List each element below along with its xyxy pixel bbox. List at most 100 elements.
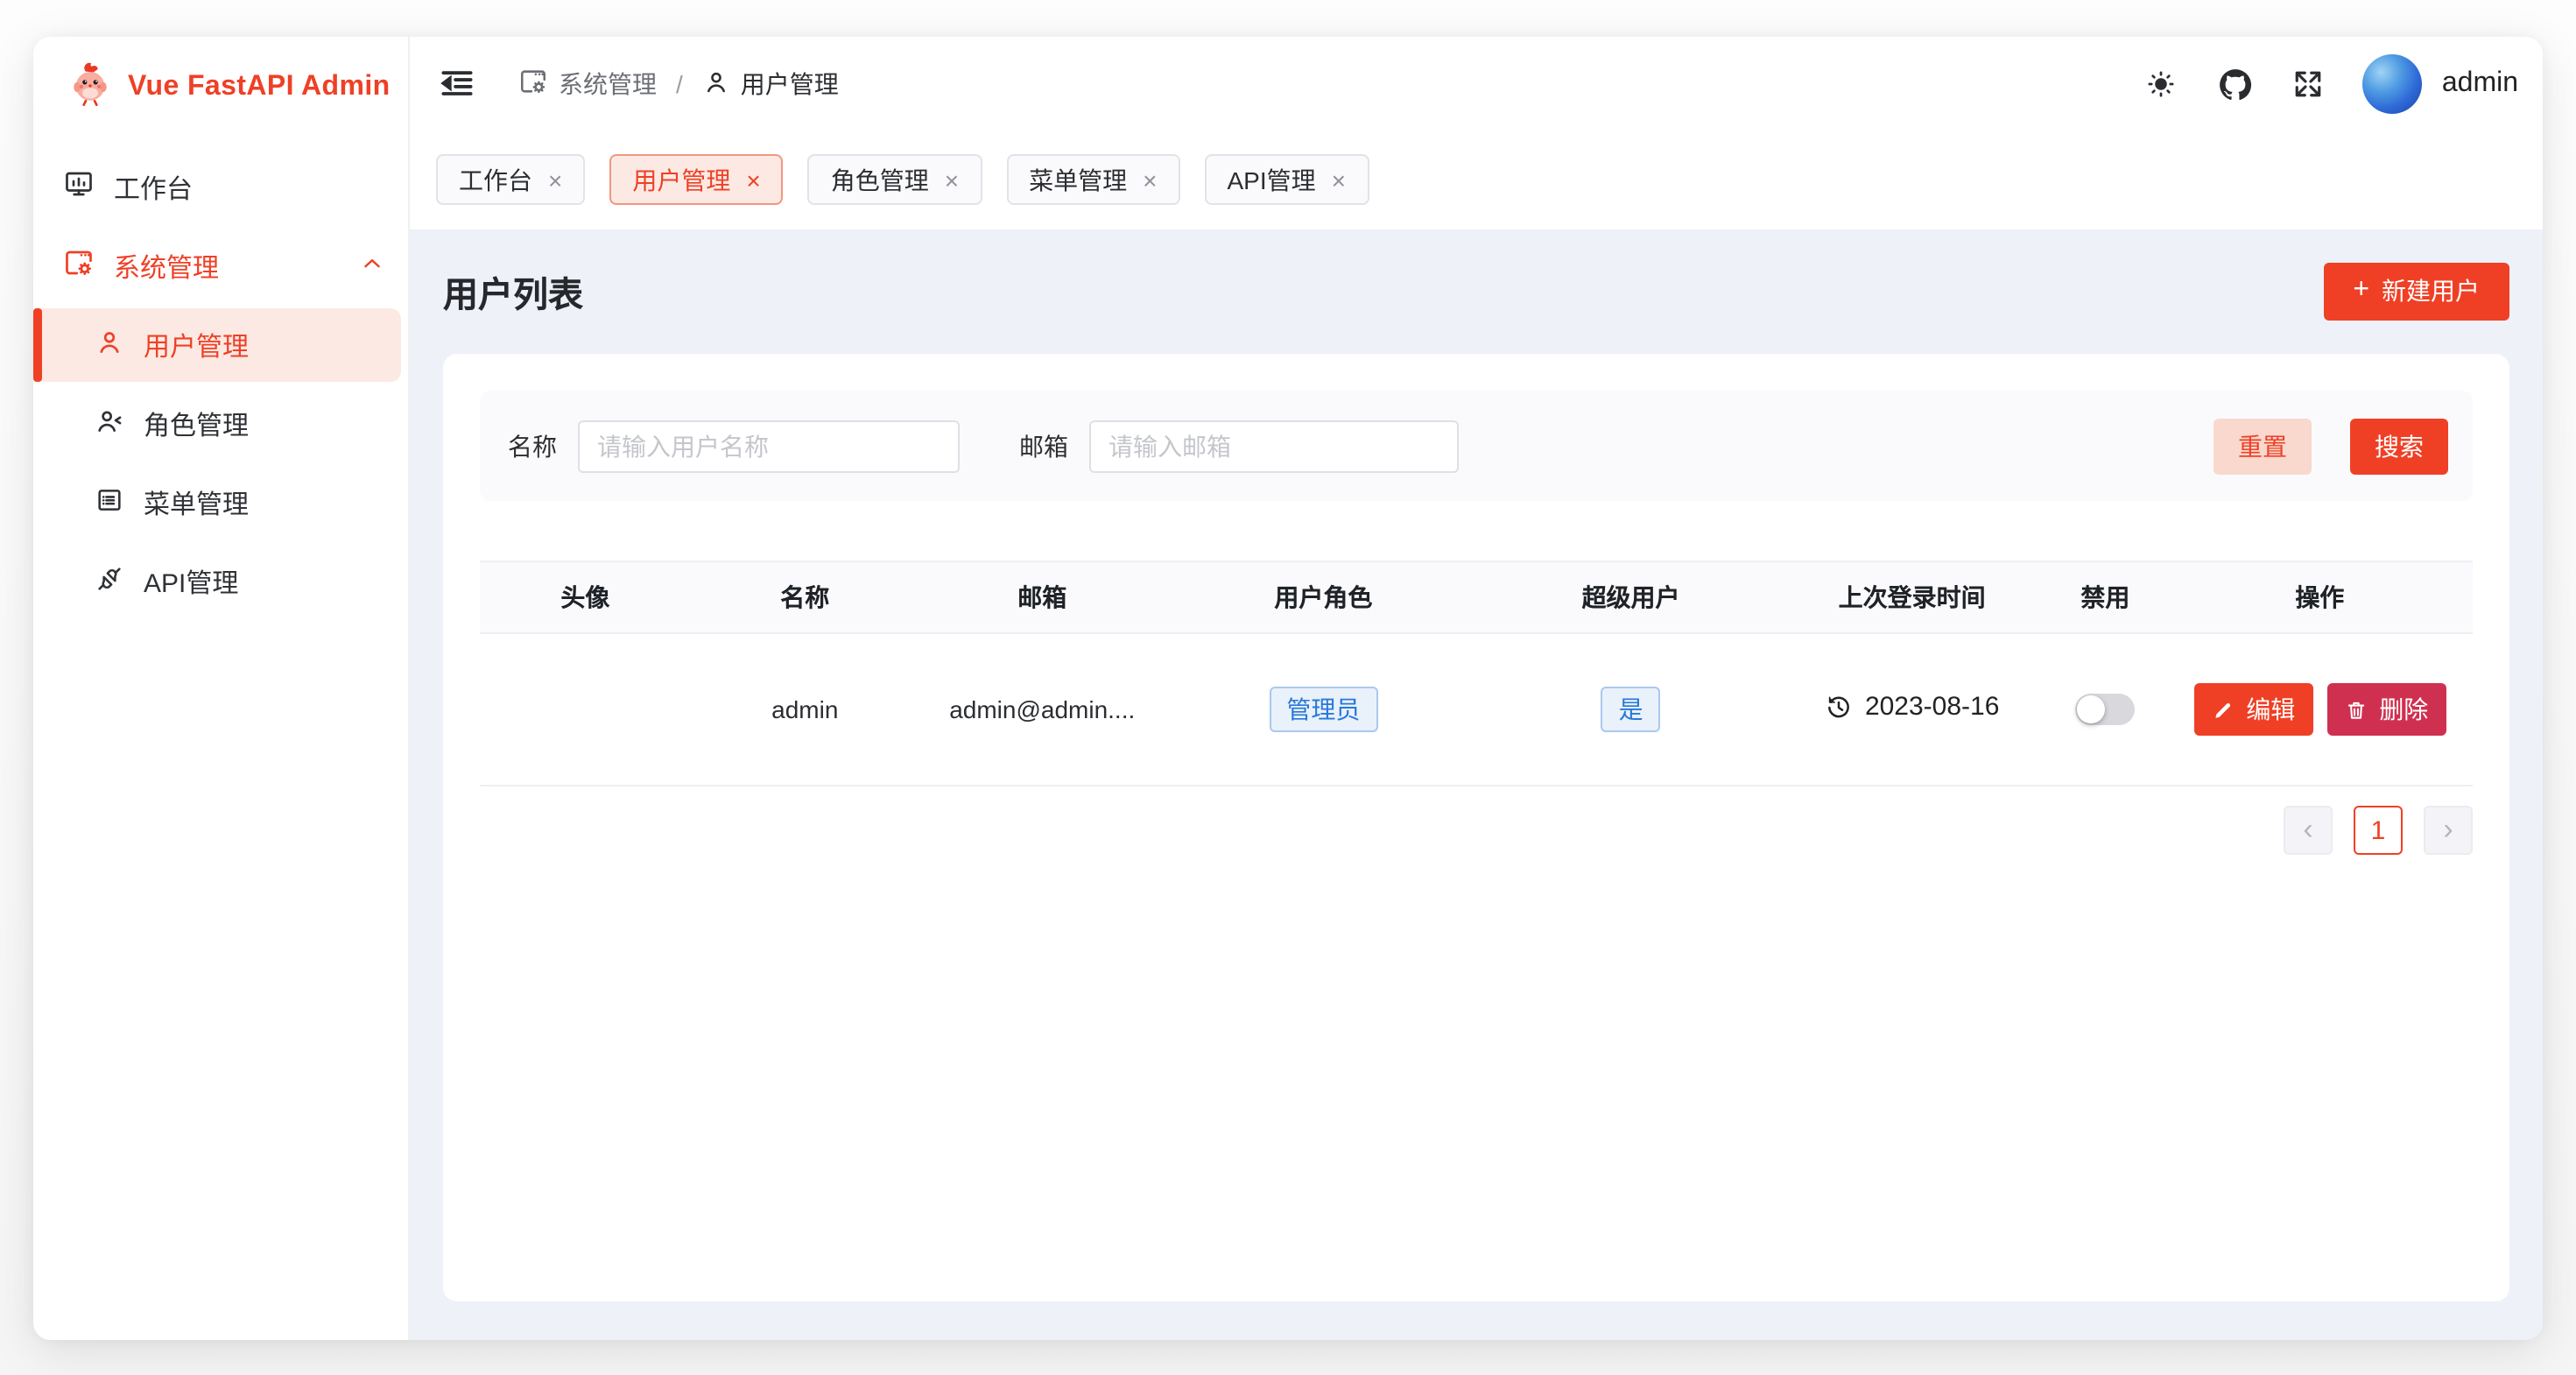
user-arrow-icon bbox=[95, 405, 124, 442]
name-filter-input[interactable] bbox=[578, 420, 960, 472]
username-label[interactable]: admin bbox=[2442, 68, 2518, 100]
sidebar-menu: 工作台 系统管理 bbox=[33, 138, 408, 624]
plug-icon bbox=[95, 563, 124, 600]
sidebar-item-role-management[interactable]: 角色管理 bbox=[33, 387, 408, 461]
tab-user-management[interactable]: 用户管理 × bbox=[609, 154, 783, 205]
breadcrumb-current-label: 用户管理 bbox=[741, 67, 839, 102]
sidebar: Vue FastAPI Admin 工作台 bbox=[33, 37, 410, 1340]
pagination-page-1[interactable]: 1 bbox=[2354, 806, 2403, 855]
pencil-icon bbox=[2211, 698, 2234, 721]
breadcrumb-separator: / bbox=[676, 70, 683, 98]
trash-icon bbox=[2344, 698, 2367, 721]
tab-label: 菜单管理 bbox=[1029, 162, 1127, 197]
col-last-login: 上次登录时间 bbox=[1780, 561, 2044, 633]
app-window: Vue FastAPI Admin 工作台 bbox=[33, 37, 2543, 1340]
clock-history-icon bbox=[1825, 694, 1853, 722]
plus-icon: + bbox=[2353, 275, 2369, 307]
close-icon[interactable]: × bbox=[1143, 167, 1157, 192]
tab-label: API管理 bbox=[1228, 162, 1316, 197]
email-filter-input[interactable] bbox=[1089, 420, 1459, 472]
sidebar-item-label: 角色管理 bbox=[144, 405, 249, 442]
sidebar-item-api-management[interactable]: API管理 bbox=[33, 545, 408, 618]
user-icon bbox=[702, 67, 730, 101]
filter-bar: 名称 邮箱 重置 搜索 bbox=[480, 391, 2473, 501]
content-card: 名称 邮箱 重置 搜索 bbox=[443, 354, 2509, 1301]
sidebar-item-label: 菜单管理 bbox=[144, 484, 249, 521]
monitor-icon bbox=[63, 168, 95, 207]
sidebar-item-system-management[interactable]: 系统管理 bbox=[33, 229, 408, 303]
theme-toggle-sun-icon[interactable] bbox=[2146, 68, 2178, 100]
cell-last-login: 2023-08-16 bbox=[1780, 633, 2044, 786]
breadcrumb-parent-label: 系统管理 bbox=[559, 67, 657, 102]
table-row: admin admin@admin.... 管理员 是 bbox=[480, 633, 2473, 786]
cell-email: admin@admin.... bbox=[919, 633, 1165, 786]
pagination-prev-icon[interactable]: ‹ bbox=[2284, 806, 2333, 855]
table-header-row: 头像 名称 邮箱 用户角色 超级用户 上次登录时间 禁用 操作 bbox=[480, 561, 2473, 633]
viewport: Vue FastAPI Admin 工作台 bbox=[0, 0, 2576, 1375]
sidebar-item-label: 系统管理 bbox=[114, 248, 219, 285]
sidebar-item-workbench[interactable]: 工作台 bbox=[33, 151, 408, 224]
role-badge: 管理员 bbox=[1269, 686, 1377, 733]
tab-workbench[interactable]: 工作台 × bbox=[436, 154, 585, 205]
create-user-button[interactable]: + 新建用户 bbox=[2323, 262, 2509, 320]
tab-label: 角色管理 bbox=[831, 162, 929, 197]
toggle-knob bbox=[2077, 695, 2105, 723]
breadcrumb-current[interactable]: 用户管理 bbox=[702, 67, 839, 102]
close-icon[interactable]: × bbox=[746, 167, 760, 192]
reset-button[interactable]: 重置 bbox=[2214, 418, 2312, 474]
sidebar-item-label: 用户管理 bbox=[144, 327, 249, 363]
col-role: 用户角色 bbox=[1165, 561, 1482, 633]
pagination: ‹ 1 › bbox=[480, 806, 2473, 855]
user-icon bbox=[95, 327, 124, 363]
user-avatar[interactable] bbox=[2363, 54, 2423, 114]
sidebar-item-menu-management[interactable]: 菜单管理 bbox=[33, 466, 408, 539]
tab-label: 工作台 bbox=[459, 162, 532, 197]
users-table: 头像 名称 邮箱 用户角色 超级用户 上次登录时间 禁用 操作 bbox=[480, 561, 2473, 786]
cell-disabled bbox=[2044, 633, 2166, 786]
collapse-sidebar-icon[interactable] bbox=[438, 65, 476, 103]
search-button[interactable]: 搜索 bbox=[2350, 418, 2448, 474]
email-filter-label: 邮箱 bbox=[1019, 428, 1068, 463]
close-icon[interactable]: × bbox=[945, 167, 959, 192]
col-avatar: 头像 bbox=[480, 561, 691, 633]
window-gear-icon bbox=[518, 67, 548, 102]
pagination-next-icon[interactable]: › bbox=[2424, 806, 2473, 855]
tabs-bar: 工作台 × 用户管理 × 角色管理 × 菜单管理 × API管理 × bbox=[410, 131, 2543, 229]
tab-role-management[interactable]: 角色管理 × bbox=[808, 154, 982, 205]
cell-role: 管理员 bbox=[1165, 633, 1482, 786]
main-area: 系统管理 / 用户管理 bbox=[410, 37, 2543, 1340]
window-gear-icon bbox=[63, 247, 95, 286]
content-area: 用户列表 + 新建用户 名称 邮箱 重置 搜索 bbox=[410, 229, 2543, 1340]
github-icon[interactable] bbox=[2218, 66, 2255, 102]
header-actions: admin bbox=[2146, 54, 2518, 114]
cell-superuser: 是 bbox=[1482, 633, 1780, 786]
col-disabled: 禁用 bbox=[2044, 561, 2166, 633]
header-bar: 系统管理 / 用户管理 bbox=[410, 37, 2543, 131]
disabled-toggle[interactable] bbox=[2075, 694, 2135, 725]
edit-button[interactable]: 编辑 bbox=[2193, 683, 2312, 736]
last-login-value: 2023-08-16 bbox=[1865, 693, 1999, 723]
superuser-badge: 是 bbox=[1601, 686, 1661, 733]
col-email: 邮箱 bbox=[919, 561, 1165, 633]
name-filter-label: 名称 bbox=[508, 428, 557, 463]
close-icon[interactable]: × bbox=[1332, 167, 1346, 192]
fullscreen-icon[interactable] bbox=[2293, 68, 2325, 100]
sidebar-item-user-management[interactable]: 用户管理 bbox=[33, 308, 401, 382]
app-title: Vue FastAPI Admin bbox=[128, 72, 391, 103]
app-logo[interactable]: Vue FastAPI Admin bbox=[33, 37, 408, 138]
tab-api-management[interactable]: API管理 × bbox=[1205, 154, 1369, 205]
breadcrumb: 系统管理 / 用户管理 bbox=[518, 67, 839, 102]
page-title: 用户列表 bbox=[443, 265, 583, 316]
close-icon[interactable]: × bbox=[548, 167, 562, 192]
delete-button[interactable]: 删除 bbox=[2326, 683, 2446, 736]
chevron-up-icon bbox=[359, 250, 385, 283]
cell-name: admin bbox=[691, 633, 919, 786]
col-actions: 操作 bbox=[2167, 561, 2473, 633]
cell-actions: 编辑 bbox=[2167, 633, 2473, 786]
breadcrumb-parent[interactable]: 系统管理 bbox=[518, 67, 657, 102]
tab-label: 用户管理 bbox=[632, 162, 730, 197]
sidebar-item-label: API管理 bbox=[144, 563, 238, 600]
chicken-mascot-icon bbox=[67, 60, 114, 116]
tab-menu-management[interactable]: 菜单管理 × bbox=[1006, 154, 1179, 205]
active-indicator-bar bbox=[33, 308, 42, 382]
